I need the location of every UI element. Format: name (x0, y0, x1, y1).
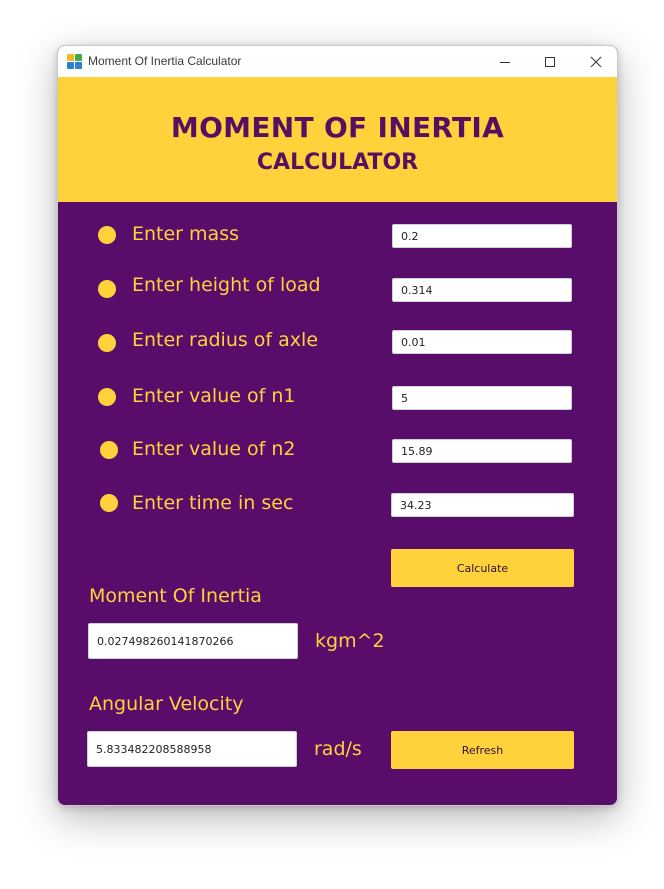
bullet-icon (98, 388, 116, 406)
bullet-icon (98, 280, 116, 298)
bullet-icon (100, 494, 118, 512)
title-bar[interactable]: Moment Of Inertia Calculator (58, 46, 617, 77)
mass-input[interactable] (392, 224, 572, 248)
maximize-button[interactable] (527, 46, 573, 77)
time-input[interactable] (391, 493, 574, 517)
app-window: Moment Of Inertia Calculator MOMENT OF I… (57, 45, 618, 806)
n1-input[interactable] (392, 386, 572, 410)
inertia-unit: kgm^2 (315, 630, 385, 652)
n2-label: Enter value of n2 (132, 438, 296, 460)
n1-label: Enter value of n1 (132, 385, 296, 407)
calculate-button[interactable]: Calculate (391, 549, 574, 587)
velocity-result-label: Angular Velocity (89, 693, 244, 715)
bullet-icon (98, 226, 116, 244)
refresh-button[interactable]: Refresh (391, 731, 574, 769)
bullet-icon (98, 334, 116, 352)
velocity-result-field[interactable] (87, 731, 297, 767)
header-banner: MOMENT OF INERTIA CALCULATOR (58, 77, 617, 202)
header-title: MOMENT OF INERTIA (170, 111, 505, 144)
close-button[interactable] (573, 46, 617, 77)
radius-input[interactable] (392, 330, 572, 354)
app-grid-icon (67, 54, 82, 69)
n2-input[interactable] (392, 439, 572, 463)
header-subtitle: CALCULATOR (256, 150, 419, 175)
time-label: Enter time in sec (132, 492, 294, 514)
close-icon (590, 56, 602, 67)
maximize-icon (545, 56, 555, 67)
inertia-result-field[interactable] (88, 623, 298, 659)
inertia-result-label: Moment Of Inertia (89, 585, 262, 607)
bullet-icon (100, 441, 118, 459)
minimize-icon (500, 61, 510, 63)
mass-label: Enter mass (132, 223, 239, 245)
height-input[interactable] (392, 278, 572, 302)
radius-label: Enter radius of axle (132, 329, 319, 351)
velocity-unit: rad/s (314, 738, 362, 760)
height-label: Enter height of load (132, 274, 321, 296)
window-title: Moment Of Inertia Calculator (88, 54, 242, 68)
minimize-button[interactable] (482, 46, 528, 77)
